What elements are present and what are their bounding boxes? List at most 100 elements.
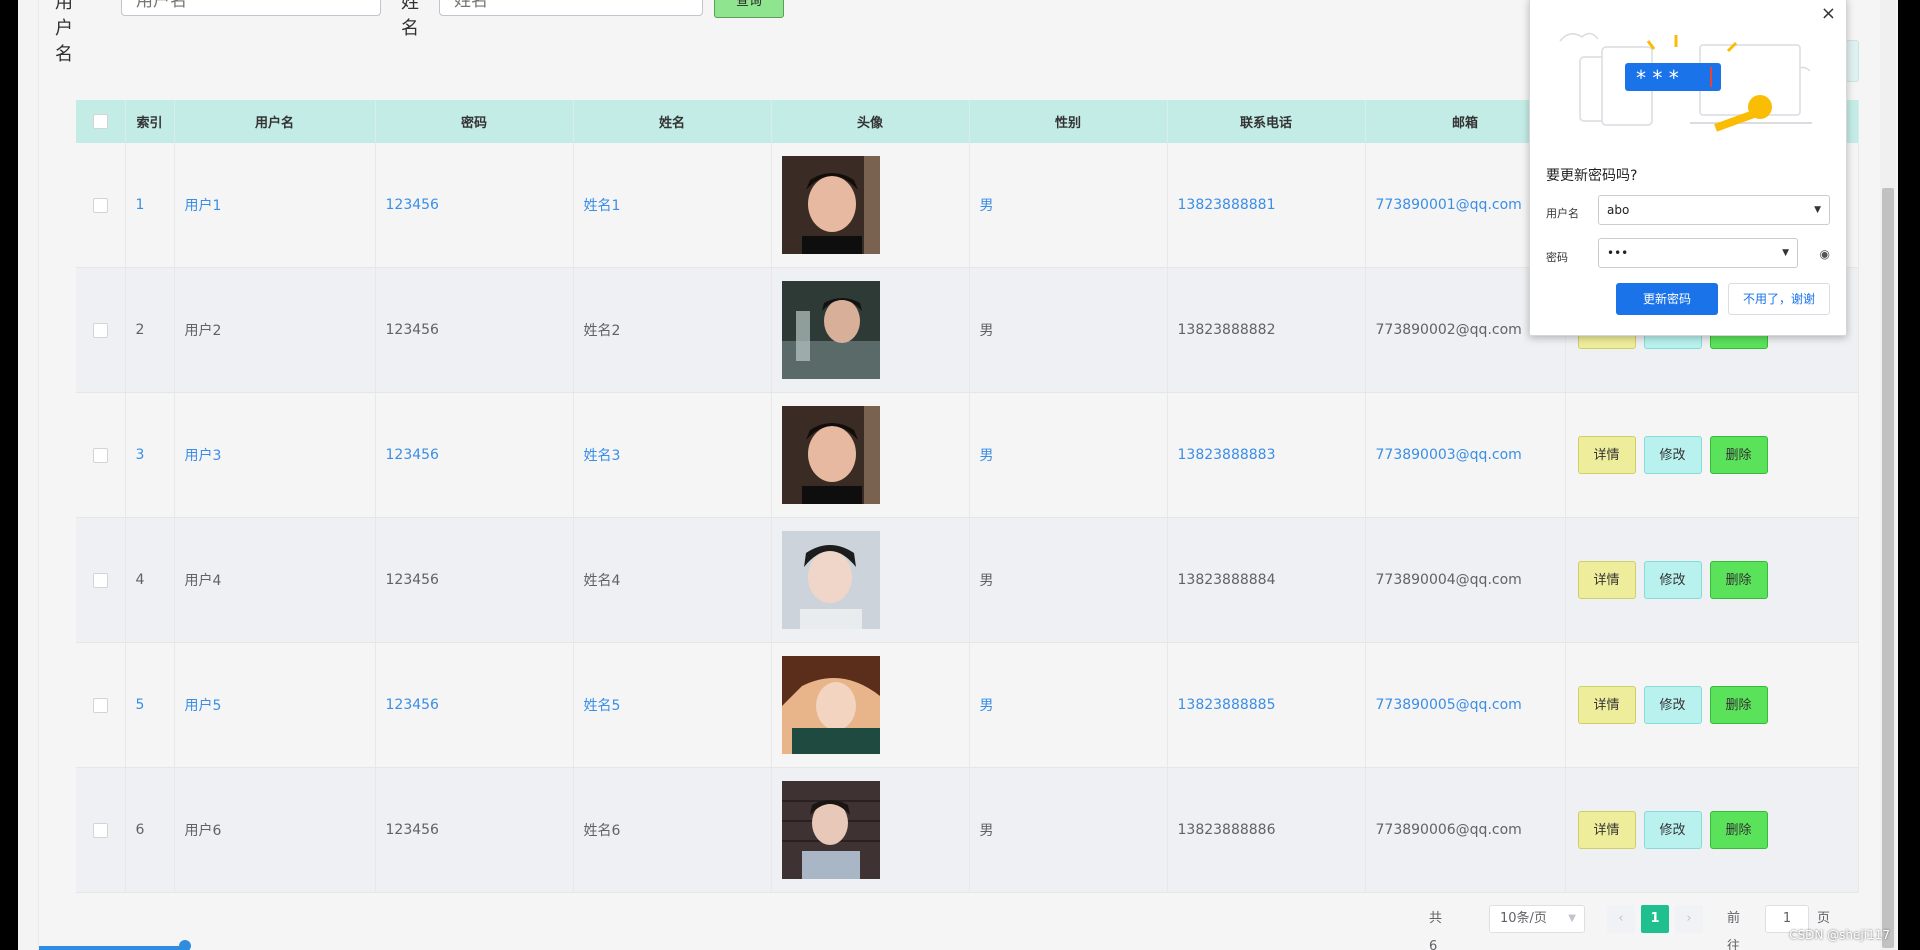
username-filter-input[interactable] [121, 0, 381, 16]
index-cell: 3 [125, 392, 175, 518]
row-select-cell[interactable] [76, 143, 126, 268]
email-cell: 773890004@qq.com [1365, 517, 1566, 643]
watermark: CSDN @sheji117 [1789, 928, 1890, 942]
avatar-cell [771, 767, 970, 893]
avatar [781, 406, 880, 504]
page-size-select[interactable]: 10条/页 ▼ [1489, 905, 1585, 933]
column-header[interactable]: 索引 [125, 100, 175, 143]
password-illustration: * * * [1559, 32, 1812, 132]
scroll-handle[interactable] [179, 940, 191, 950]
delete-button[interactable]: 删除 [1709, 436, 1768, 474]
username-cell: 用户5 [174, 642, 376, 768]
delete-button[interactable]: 删除 [1709, 811, 1768, 849]
scrollbar-thumb[interactable] [1882, 188, 1894, 948]
detail-button[interactable]: 详情 [1577, 436, 1636, 474]
table-row[interactable]: 3 用户3 123456 姓名3 男 13823888883 773890003… [76, 392, 1859, 518]
password-cell: 123456 [375, 392, 574, 518]
index-cell: 1 [125, 143, 175, 268]
index-cell: 5 [125, 642, 175, 768]
username-cell: 用户1 [174, 143, 376, 268]
name-filter-input[interactable] [439, 0, 703, 16]
avatar [781, 531, 880, 629]
edit-button[interactable]: 修改 [1643, 436, 1702, 474]
table-row[interactable]: 6 用户6 123456 姓名6 男 13823888886 773890006… [76, 767, 1859, 893]
row-checkbox[interactable] [92, 447, 108, 463]
avatar-cell [771, 267, 970, 393]
delete-button[interactable]: 删除 [1709, 561, 1768, 599]
vertical-scrollbar[interactable] [1880, 0, 1896, 950]
edit-button[interactable]: 修改 [1643, 686, 1702, 724]
column-header[interactable]: 姓名 [573, 100, 772, 143]
popup-password-label: 密码 [1546, 251, 1568, 264]
select-all-checkbox[interactable] [92, 114, 108, 129]
name-filter-label: 姓名 [401, 0, 419, 39]
avatar [781, 781, 880, 879]
password-update-popup: × * * * 要更新密码吗? 用户名 abo ▼ 密码 ••• ▼ ◉ 更新密… [1529, 0, 1847, 336]
avatar-cell [771, 642, 970, 768]
name-cell: 姓名6 [573, 767, 772, 893]
row-checkbox[interactable] [92, 697, 108, 713]
row-select-cell[interactable] [76, 517, 126, 643]
select-all-header[interactable] [76, 100, 126, 143]
detail-button[interactable]: 详情 [1577, 686, 1636, 724]
avatar-cell [771, 143, 970, 268]
name-cell: 姓名5 [573, 642, 772, 768]
update-password-button[interactable]: 更新密码 [1616, 283, 1718, 315]
password-cell: 123456 [375, 143, 574, 268]
column-header[interactable]: 用户名 [174, 100, 376, 143]
search-button[interactable]: 查询 [714, 0, 784, 18]
gender-cell: 男 [969, 767, 1168, 893]
password-cell: 123456 [375, 267, 574, 393]
avatar [781, 156, 880, 254]
actions-cell: 详情 修改 删除 [1565, 392, 1859, 518]
avatar [781, 281, 880, 379]
popup-username-select[interactable]: abo ▼ [1598, 195, 1830, 225]
gender-cell: 男 [969, 517, 1168, 643]
username-cell: 用户4 [174, 517, 376, 643]
row-checkbox[interactable] [92, 322, 108, 338]
username-cell: 用户6 [174, 767, 376, 893]
column-header[interactable]: 密码 [375, 100, 574, 143]
row-checkbox[interactable] [92, 197, 108, 213]
detail-button[interactable]: 详情 [1577, 811, 1636, 849]
horizontal-scrollbar[interactable] [39, 946, 189, 950]
password-cell: 123456 [375, 767, 574, 893]
popup-password-select[interactable]: ••• ▼ [1598, 238, 1798, 268]
username-filter-label: 用户名 [55, 0, 73, 65]
gender-cell: 男 [969, 267, 1168, 393]
delete-button[interactable]: 删除 [1709, 686, 1768, 724]
page-number-current[interactable]: 1 [1641, 905, 1669, 933]
row-select-cell[interactable] [76, 392, 126, 518]
row-select-cell[interactable] [76, 767, 126, 893]
username-cell: 用户2 [174, 267, 376, 393]
gender-cell: 男 [969, 642, 1168, 768]
index-cell: 2 [125, 267, 175, 393]
prev-page-button[interactable]: ‹ [1607, 905, 1635, 933]
popup-username-label: 用户名 [1546, 207, 1579, 220]
no-thanks-button[interactable]: 不用了，谢谢 [1728, 283, 1830, 315]
index-cell: 6 [125, 767, 175, 893]
table-row[interactable]: 5 用户5 123456 姓名5 男 13823888885 773890005… [76, 642, 1859, 768]
detail-button[interactable]: 详情 [1577, 561, 1636, 599]
row-select-cell[interactable] [76, 642, 126, 768]
row-select-cell[interactable] [76, 267, 126, 393]
avatar-cell [771, 392, 970, 518]
column-header[interactable]: 联系电话 [1167, 100, 1366, 143]
row-checkbox[interactable] [92, 822, 108, 838]
name-cell: 姓名3 [573, 392, 772, 518]
edit-button[interactable]: 修改 [1643, 811, 1702, 849]
row-checkbox[interactable] [92, 572, 108, 588]
phone-cell: 13823888881 [1167, 143, 1366, 268]
app-window: 用户名 姓名 查询 索引 用户名 密码 姓名 头像 性别 [18, 0, 1898, 950]
column-header[interactable]: 性别 [969, 100, 1168, 143]
index-cell: 4 [125, 517, 175, 643]
table-row[interactable]: 4 用户4 123456 姓名4 男 13823888884 773890004… [76, 517, 1859, 643]
edit-button[interactable]: 修改 [1643, 561, 1702, 599]
pagination-total: 共 6 条 [1429, 911, 1443, 950]
column-header[interactable]: 头像 [771, 100, 970, 143]
email-cell: 773890006@qq.com [1365, 767, 1566, 893]
eye-icon[interactable]: ◉ [1820, 247, 1830, 261]
next-page-button[interactable]: › [1675, 905, 1703, 933]
phone-cell: 13823888884 [1167, 517, 1366, 643]
password-cell: 123456 [375, 517, 574, 643]
